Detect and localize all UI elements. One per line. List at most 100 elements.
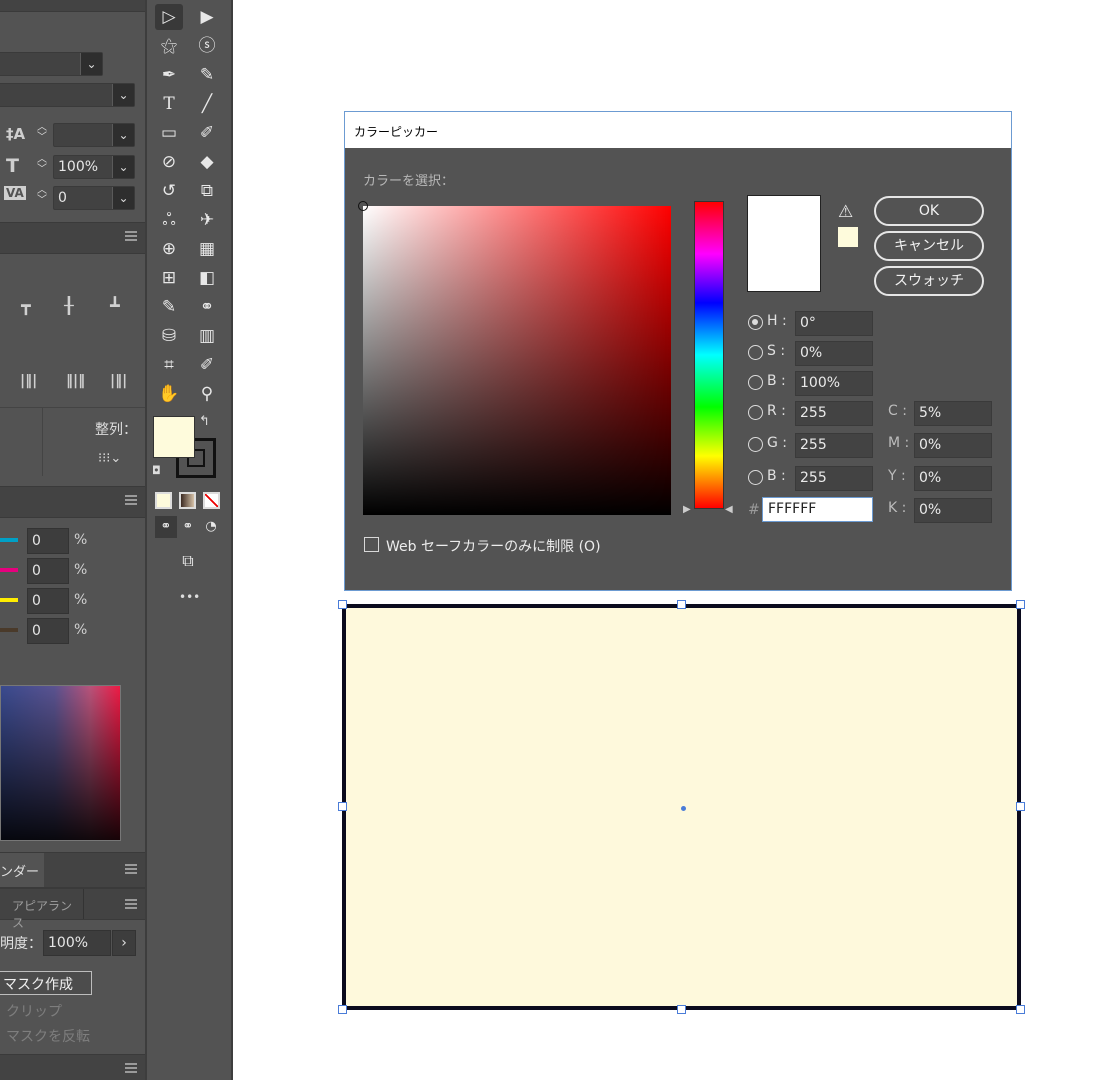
resize-handle-left[interactable] <box>338 802 347 811</box>
warp-tool-icon[interactable]: ஃ <box>155 207 183 233</box>
align-bottom-icon[interactable]: ┻ <box>110 296 120 315</box>
radio-g[interactable] <box>748 437 763 452</box>
chevron-down-icon[interactable]: ⌄ <box>112 124 134 146</box>
paintbrush-tool-icon[interactable]: ✐ <box>193 120 221 146</box>
perspective-grid-tool-icon[interactable]: ▦ <box>193 236 221 262</box>
color-value-field[interactable]: 0 <box>27 588 69 614</box>
radio-h[interactable] <box>748 315 763 330</box>
ok-button[interactable]: OK <box>874 196 984 226</box>
field-r[interactable]: 255 <box>795 401 873 426</box>
fill-swatch[interactable] <box>153 416 195 458</box>
align-to-selection-icon[interactable]: ⁝⁝⁝⌄ <box>98 451 121 466</box>
shaper-tool-icon[interactable]: ⊘ <box>155 149 183 175</box>
eyedropper-tool-icon[interactable]: ✎ <box>155 294 183 320</box>
panel-menu-icon[interactable] <box>125 1063 137 1073</box>
zoom-tool-icon[interactable]: ⚲ <box>193 381 221 407</box>
field-c[interactable]: 5% <box>914 401 992 426</box>
draw-normal-icon[interactable]: ⚭ <box>155 516 177 538</box>
field-m[interactable]: 0% <box>914 433 992 458</box>
field-h[interactable]: 0° <box>795 311 873 336</box>
direct-selection-tool-icon[interactable]: ▶ <box>193 4 221 30</box>
tab-render[interactable]: ンダー <box>0 853 44 887</box>
field-b[interactable]: 100% <box>795 371 873 396</box>
field-g[interactable]: 255 <box>795 433 873 458</box>
color-slider-track[interactable] <box>0 628 18 632</box>
artboard-tool-icon[interactable]: ⌗ <box>155 352 183 378</box>
pen-tool-icon[interactable]: ✒ <box>155 62 183 88</box>
field-y[interactable]: 0% <box>914 466 992 491</box>
gamut-color-swatch[interactable] <box>838 227 858 247</box>
hue-slider[interactable] <box>694 201 724 509</box>
clip-checkbox-label[interactable]: クリップ <box>6 1001 62 1021</box>
scale-stepper[interactable]: ︿ ﹀ <box>35 155 49 177</box>
chevron-down-icon[interactable]: ⌄ <box>112 156 134 178</box>
field-k[interactable]: 0% <box>914 498 992 523</box>
puppet-warp-tool-icon[interactable]: ✈ <box>193 207 221 233</box>
field-b[interactable]: 255 <box>795 466 873 491</box>
chevron-down-icon[interactable]: ⌄ <box>112 187 134 209</box>
resize-handle-top[interactable] <box>677 600 686 609</box>
font-style-dropdown[interactable]: ⌄ <box>0 83 135 107</box>
color-slider-track[interactable] <box>0 538 18 542</box>
scale-dropdown[interactable]: 100% ⌄ <box>53 155 135 179</box>
hue-slider-right-arrow[interactable]: ◀ <box>725 504 733 515</box>
color-mode-icon[interactable] <box>155 492 172 509</box>
kerning-dropdown[interactable]: 0 ⌄ <box>53 186 135 210</box>
resize-handle-bottom-left[interactable] <box>338 1005 347 1014</box>
slice-tool-icon[interactable]: ✐ <box>193 352 221 378</box>
hue-slider-left-arrow[interactable]: ▶ <box>683 504 691 515</box>
web-safe-checkbox[interactable] <box>364 537 379 552</box>
font-family-dropdown[interactable]: ⌄ <box>0 52 103 76</box>
rectangle-tool-icon[interactable]: ▭ <box>155 120 183 146</box>
distribute-left-icon[interactable]: |‖| <box>20 373 37 389</box>
resize-handle-top-right[interactable] <box>1016 600 1025 609</box>
swatches-button[interactable]: スウォッチ <box>874 266 984 296</box>
color-spectrum[interactable] <box>0 685 121 841</box>
gradient-mode-icon[interactable] <box>179 492 196 509</box>
cancel-button[interactable]: キャンセル <box>874 231 984 261</box>
tab-appearance[interactable]: アピアランス <box>0 889 84 930</box>
selected-rectangle[interactable] <box>342 604 1021 1010</box>
draw-inside-icon[interactable]: ◔ <box>200 516 222 538</box>
align-top-icon[interactable]: ┳ <box>21 296 31 315</box>
swap-fill-stroke-icon[interactable]: ↰ <box>199 414 210 429</box>
radio-s[interactable] <box>748 345 763 360</box>
hex-input[interactable]: FFFFFF <box>762 497 873 522</box>
mesh-tool-icon[interactable]: ⊞ <box>155 265 183 291</box>
leading-stepper[interactable]: ︿ ﹀ <box>35 123 49 145</box>
color-value-field[interactable]: 0 <box>27 528 69 554</box>
screen-mode-icon[interactable]: ⧉ <box>174 548 202 574</box>
color-field-cursor[interactable] <box>358 201 368 211</box>
kerning-stepper[interactable]: ︿ ﹀ <box>35 186 49 208</box>
invert-mask-checkbox-label[interactable]: マスクを反転 <box>6 1026 90 1046</box>
resize-handle-bottom-right[interactable] <box>1016 1005 1025 1014</box>
color-value-field[interactable]: 0 <box>27 558 69 584</box>
color-value-field[interactable]: 0 <box>27 618 69 644</box>
distribute-center-icon[interactable]: ‖|‖ <box>66 373 85 389</box>
panel-menu-icon[interactable] <box>125 899 137 909</box>
eraser-tool-icon[interactable]: ◆ <box>193 149 221 175</box>
hand-tool-icon[interactable]: ✋ <box>155 381 183 407</box>
distribute-right-icon[interactable]: |‖| <box>110 373 127 389</box>
graph-tool-icon[interactable]: ▥ <box>193 323 221 349</box>
default-colors-icon[interactable]: ◘ <box>152 464 161 477</box>
panel-menu-icon[interactable] <box>125 864 137 874</box>
chevron-right-icon[interactable]: › <box>112 930 136 956</box>
scale-tool-icon[interactable]: ⧉ <box>193 178 221 204</box>
radio-b[interactable] <box>748 470 763 485</box>
gradient-tool-icon[interactable]: ◧ <box>193 265 221 291</box>
make-mask-button[interactable]: マスク作成 <box>0 971 92 995</box>
more-tools-icon[interactable]: ••• <box>179 590 200 604</box>
resize-handle-top-left[interactable] <box>338 600 347 609</box>
color-slider-track[interactable] <box>0 598 18 602</box>
color-field[interactable] <box>358 201 671 515</box>
blend-tool-icon[interactable]: ⚭ <box>193 294 221 320</box>
line-tool-icon[interactable]: ╱ <box>193 91 221 117</box>
leading-dropdown[interactable]: ⌄ <box>53 123 135 147</box>
radio-r[interactable] <box>748 405 763 420</box>
resize-handle-bottom[interactable] <box>677 1005 686 1014</box>
color-slider-track[interactable] <box>0 568 18 572</box>
type-tool-icon[interactable]: T <box>155 91 183 117</box>
shape-builder-tool-icon[interactable]: ⊕ <box>155 236 183 262</box>
opacity-field[interactable]: 100% <box>43 930 111 956</box>
